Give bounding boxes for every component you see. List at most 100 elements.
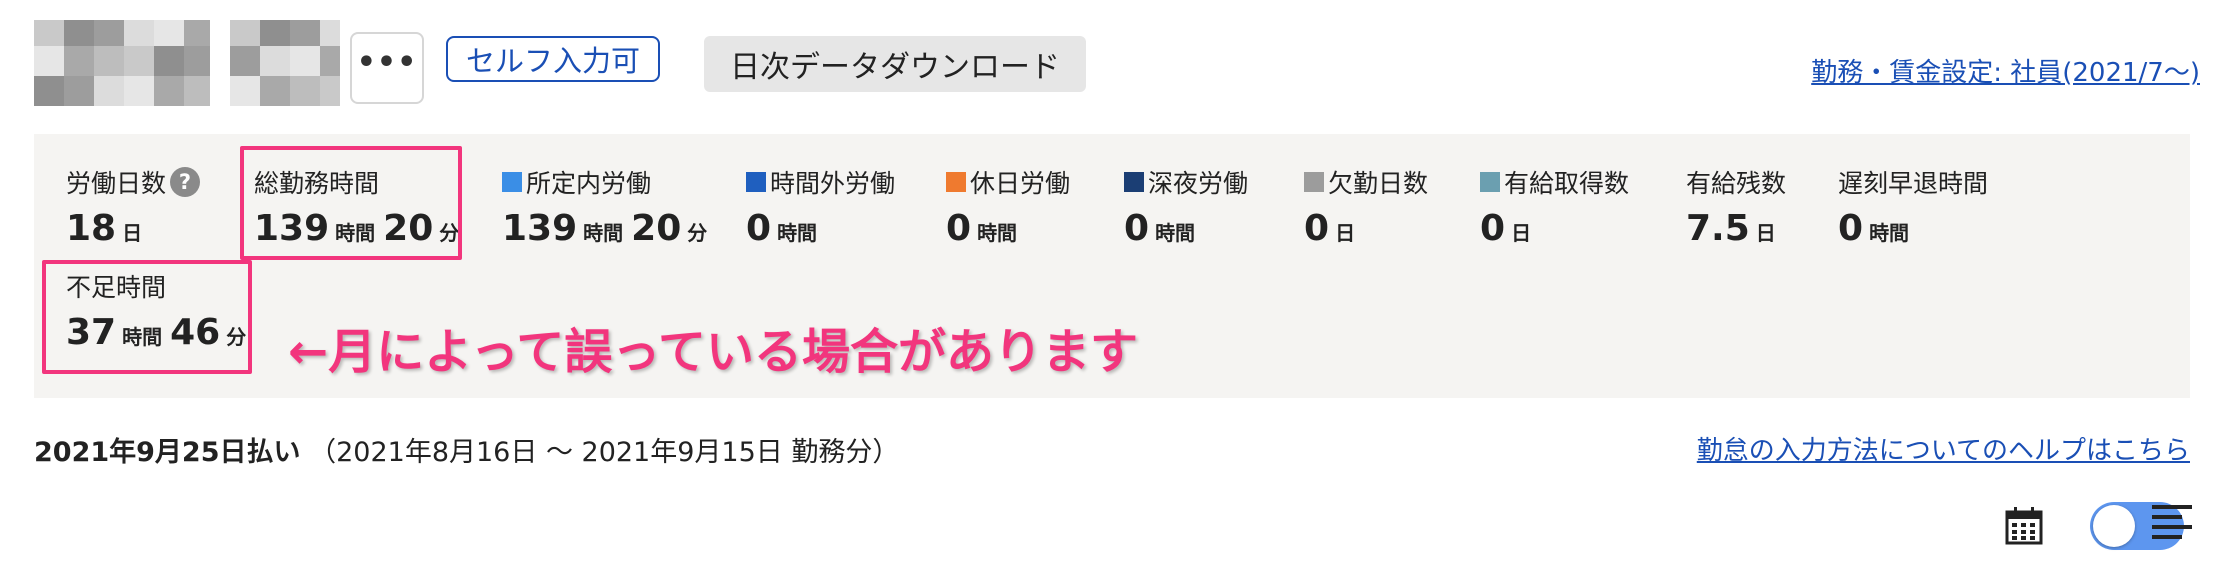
stat-paid-leave-taken: 有給取得数 0 日 [1480,166,1629,249]
stat-label: 深夜労働 [1124,166,1248,198]
stat-label-text: 休日労働 [970,169,1071,198]
daily-data-download-button[interactable]: 日次データダウンロード [704,36,1086,92]
legend-swatch [946,172,966,192]
blur-pixel [184,76,210,106]
blur-pixel [94,20,124,46]
stat-label: 時間外労働 [746,166,895,198]
help-icon[interactable]: ? [170,167,201,197]
stat-unit: 分 [687,221,708,245]
legend-swatch [502,172,522,192]
blur-pixel [154,20,184,46]
employee-avatar [34,20,210,106]
toggle-knob [2093,505,2135,547]
pay-date: 2021年9月25日払い [34,437,301,468]
stat-absence: 欠勤日数 0 日 [1304,166,1428,249]
legend-swatch [746,172,766,192]
stat-label: 欠勤日数 [1304,166,1428,198]
stat-label: 所定内労働 [502,166,715,198]
blur-pixel [34,46,64,76]
blur-pixel [124,20,154,46]
stat-label-text: 有給取得数 [1504,169,1630,198]
blur-pixel [320,46,340,76]
stat-label-text: 遅刻早退時間 [1838,169,1989,198]
stat-number: 0 [946,208,972,249]
stat-number: 7.5 [1686,208,1750,249]
blur-pixel [260,20,290,46]
legend-swatch [1124,172,1144,192]
stat-overtime: 時間外労働 0 時間 [746,166,895,249]
more-icon: ••• [356,45,418,80]
attendance-summary-panel: 不足時間 37 時間 46 分遅刻早退時間 0 時間 有給残数 7.5 日有給取得数 0 日欠勤日数 0… [34,134,2190,398]
stat-label: 有給残数 [1686,166,1786,198]
annotation-note: ←月によって誤っている場合があります [288,324,1138,380]
more-options-button[interactable]: ••• [350,32,424,104]
work-period: （2021年8月16日 〜 2021年9月15日 勤務分） [309,437,900,468]
blur-pixel [290,20,320,46]
stat-unit: 日 [1755,221,1776,245]
blur-pixel [154,46,184,76]
stat-unit: 時間 [1869,221,1910,245]
stat-label: 労働日数? [66,166,201,198]
total-hours-highlight [240,146,462,260]
blur-pixel [320,20,340,46]
blur-pixel [94,46,124,76]
stat-number: 0 [746,208,772,249]
stat-label-text: 深夜労働 [1148,169,1249,198]
stat-night: 深夜労働 0 時間 [1124,166,1248,249]
blur-pixel [184,46,210,76]
stat-label: 遅刻早退時間 [1838,166,1988,198]
blur-pixel [290,76,320,106]
stat-label-text: 所定内労働 [526,169,652,198]
stat-holiday: 休日労働 0 時間 [946,166,1070,249]
stat-label: 有給取得数 [1480,166,1629,198]
stat-unit: 時間 [1155,221,1196,245]
calendar-icon[interactable] [2004,506,2044,546]
stat-unit: 日 [1511,221,1532,245]
header-row: ••• セルフ入力可 日次データダウンロード 勤務・賃金設定: 社員(2021/… [34,20,2200,106]
blur-pixel [260,46,290,76]
stat-value: 0日 [1480,208,1629,249]
stat-number: 0 [1480,208,1506,249]
stat-value: 0 時間 [1124,208,1248,249]
blur-pixel [94,76,124,106]
legend-swatch [1480,172,1500,192]
stat-late-early: 遅刻早退時間 0 時間 [1838,166,1988,249]
stat-paid-leave-remaining: 有給残数 7.5 日 [1686,166,1786,249]
stat-number: 20 [631,208,682,249]
stat-value: 0 時間 [946,208,1070,249]
stat-unit: 時間 [977,221,1018,245]
stat-unit: 時間 [583,221,624,245]
blur-pixel [154,76,184,106]
blur-pixel [64,76,94,106]
blur-pixel [124,46,154,76]
legend-swatch [1304,172,1324,192]
stat-value: 7.5 日 [1686,208,1786,249]
stat-value: 0 時間 [1838,208,1988,249]
stat-number: 139 [502,208,578,249]
blur-pixel [34,20,64,46]
work-wage-settings-link[interactable]: 勤務・賃金設定: 社員(2021/7〜) [1811,52,2200,89]
stat-scheduled: 所定内労働 139 時間 20 分 [502,166,715,249]
stat-value: 0 時間 [746,208,895,249]
blur-pixel [290,46,320,76]
stat-work-days: 労働日数? 18 日 [66,166,201,249]
blur-pixel [64,20,94,46]
stat-label: 休日労働 [946,166,1070,198]
blur-pixel [230,20,260,46]
stat-label-text: 時間外労働 [770,169,896,198]
stat-label-text: 欠勤日数 [1328,169,1429,198]
list-icon[interactable] [2150,502,2194,542]
blur-pixel [184,20,210,46]
stat-number: 0 [1838,208,1864,249]
blur-pixel [260,76,290,106]
stat-value: 139 時間 20 分 [502,208,715,249]
shortage-highlight [42,260,252,374]
attendance-help-link[interactable]: 勤怠の入力方法についてのヘルプはこちら [1697,430,2190,467]
blur-pixel [64,46,94,76]
stat-unit: 時間 [777,221,818,245]
stat-number: 18 [66,208,117,249]
blur-pixel [230,76,260,106]
stat-label-text: 労働日数 [66,169,167,198]
employee-name-blurred [230,20,340,106]
self-entry-badge: セルフ入力可 [446,36,661,82]
